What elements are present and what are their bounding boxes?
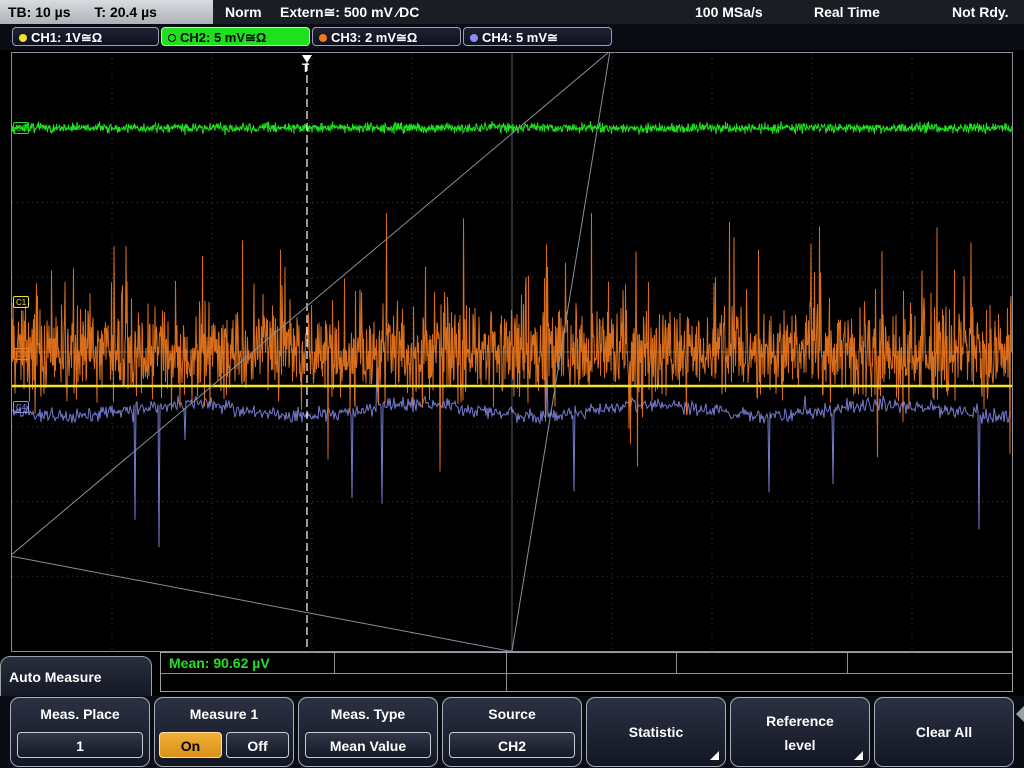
trigger-mode[interactable]: Norm xyxy=(225,0,262,24)
ch3-level-marker[interactable]: C3 xyxy=(13,348,30,360)
ch2-dot-icon xyxy=(168,33,176,42)
trigger-position-marker[interactable]: T xyxy=(302,61,309,75)
trigger-time: T: 20.4 µs xyxy=(94,4,157,20)
meas-place-softkey[interactable]: Meas. Place 1 xyxy=(10,697,150,767)
acquisition-state: Not Rdy. xyxy=(952,4,1009,20)
acquisition-mode: Real Time xyxy=(814,4,880,20)
reference-title-line2: level xyxy=(784,737,816,753)
submenu-arrow-icon xyxy=(854,751,863,760)
channel-bar: CH1: 1V≅Ω CH2: 5 mV≅Ω CH3: 2 mV≅Ω CH4: 5… xyxy=(0,24,1024,50)
meas-type-title: Meas. Type xyxy=(330,706,406,722)
channel-tab-ch4[interactable]: CH4: 5 mV≅ xyxy=(463,27,612,46)
measurement-divider xyxy=(334,653,335,673)
reference-title-line1: Reference xyxy=(766,713,834,729)
measurement-divider xyxy=(506,653,507,691)
measure-off-button[interactable]: Off xyxy=(226,732,289,758)
meas-place-title: Meas. Place xyxy=(40,706,120,722)
ch1-dot-icon xyxy=(19,33,27,42)
auto-measure-menu-tab[interactable]: Auto Measure xyxy=(0,656,152,698)
meas-type-softkey[interactable]: Meas. Type Mean Value xyxy=(298,697,438,767)
trigger-source[interactable]: Extern≅: 500 mV ⁄DC xyxy=(280,0,419,24)
channel-tab-ch3[interactable]: CH3: 2 mV≅Ω xyxy=(312,27,461,46)
channel-tab-ch1[interactable]: CH1: 1V≅Ω xyxy=(12,27,159,46)
ch3-label: CH3: 2 mV≅Ω xyxy=(331,30,418,45)
ch4-level-marker[interactable]: C4 xyxy=(13,401,30,413)
menu-title: Auto Measure xyxy=(9,669,102,685)
ch1-label: CH1: 1V≅Ω xyxy=(31,30,103,45)
ch3-dot-icon xyxy=(319,33,327,42)
source-softkey[interactable]: Source CH2 xyxy=(442,697,582,767)
measure-softkey[interactable]: Measure 1 On Off xyxy=(154,697,294,767)
reference-level-softkey[interactable]: Reference level xyxy=(730,697,870,767)
waveform-display[interactable]: C2 C1 C3 C4 T xyxy=(11,52,1013,652)
status-bar: TB: 10 µs T: 20.4 µs Norm Extern≅: 500 m… xyxy=(0,0,1024,24)
timebase-box[interactable]: TB: 10 µs T: 20.4 µs xyxy=(0,0,213,24)
sample-rate: 100 MSa/s xyxy=(695,4,763,20)
ch1-level-marker[interactable]: C1 xyxy=(13,296,30,308)
submenu-arrow-icon xyxy=(710,751,719,760)
source-value[interactable]: CH2 xyxy=(449,732,575,758)
measure-title: Measure 1 xyxy=(189,706,259,722)
ch4-dot-icon xyxy=(470,33,478,42)
statistic-softkey[interactable]: Statistic xyxy=(586,697,726,767)
ch2-label: CH2: 5 mV≅Ω xyxy=(180,30,267,45)
ch4-label: CH4: 5 mV≅ xyxy=(482,30,558,45)
measurement-panel: Mean: 90.62 µV xyxy=(160,652,1013,692)
ch2-level-marker[interactable]: C2 xyxy=(13,122,30,134)
clear-all-title: Clear All xyxy=(915,724,973,740)
statistic-title: Statistic xyxy=(628,724,684,740)
source-title: Source xyxy=(488,706,536,722)
measurement-divider xyxy=(676,653,677,673)
clear-all-softkey[interactable]: Clear All xyxy=(874,697,1014,767)
measurement-divider xyxy=(847,653,848,673)
measurement-divider xyxy=(161,673,1012,674)
meas-place-value[interactable]: 1 xyxy=(17,732,143,758)
timebase: TB: 10 µs xyxy=(8,4,71,20)
meas-type-value[interactable]: Mean Value xyxy=(305,732,431,758)
waveform-canvas xyxy=(12,53,1012,651)
channel-tab-ch2[interactable]: CH2: 5 mV≅Ω xyxy=(161,27,310,46)
softkey-bar: Meas. Place 1 Measure 1 On Off Meas. Typ… xyxy=(0,696,1024,768)
measure-on-button[interactable]: On xyxy=(159,732,222,758)
menu-scroll-arrow-icon[interactable] xyxy=(1016,706,1024,722)
measurement-readout: Mean: 90.62 µV xyxy=(169,655,270,671)
